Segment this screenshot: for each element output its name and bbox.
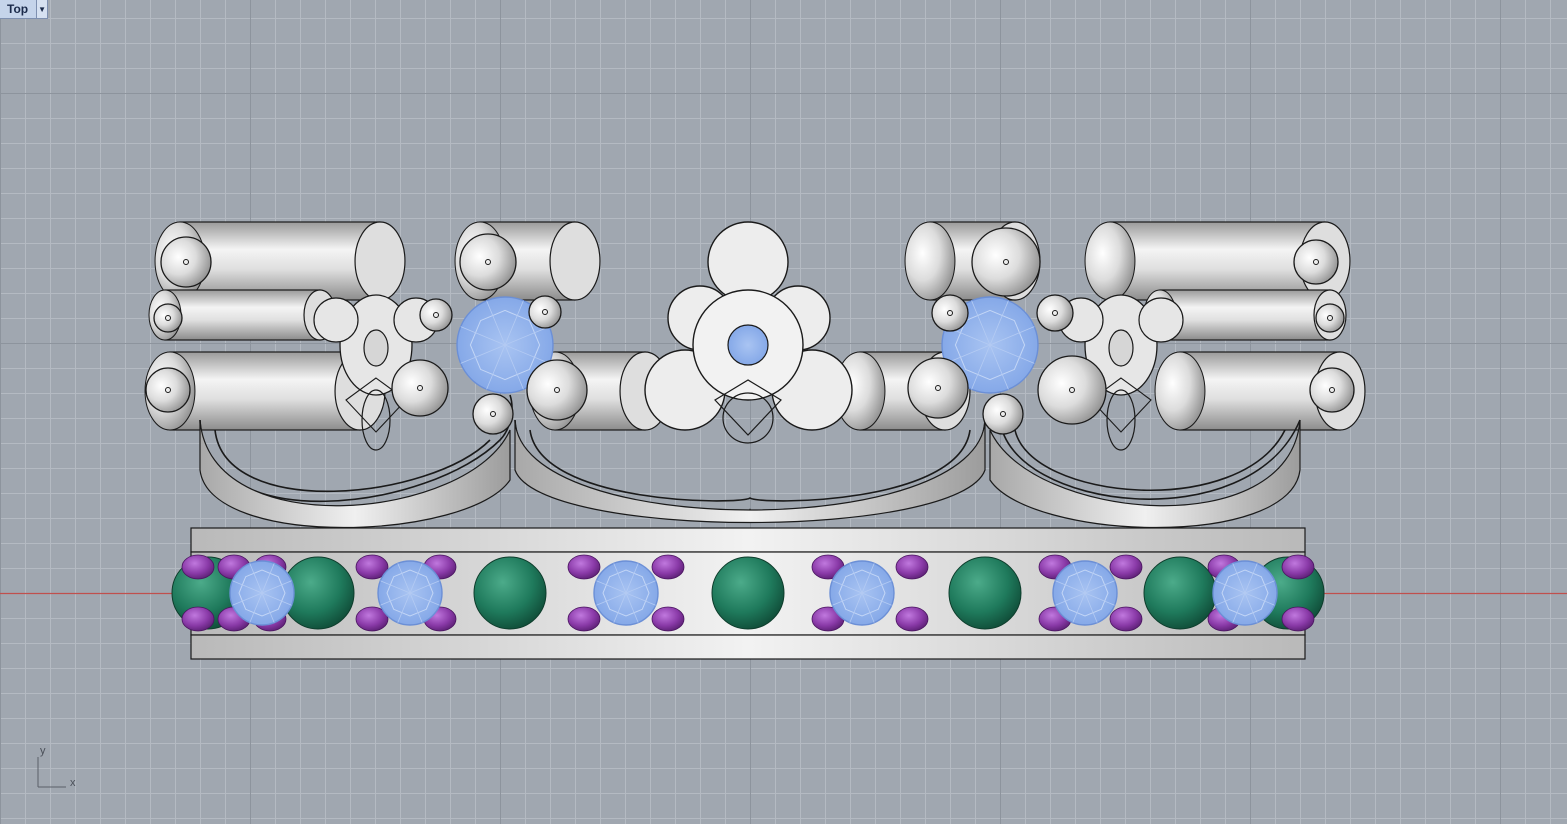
- green-gem-2: [473, 556, 547, 630]
- purple-bead-13: [651, 606, 685, 632]
- axes-lines: [37, 757, 66, 788]
- purple-bead-16: [895, 554, 929, 580]
- band-blue-stone-3: [829, 560, 895, 626]
- metal-sphere-4: [472, 393, 514, 435]
- purple-bead-10: [567, 554, 601, 580]
- metal-sphere-16: [145, 367, 191, 413]
- metal-sphere-8: [1036, 294, 1074, 332]
- purple-bead-1: [181, 606, 215, 632]
- center-fleur: [644, 221, 853, 444]
- x-axis-label: x: [70, 777, 76, 789]
- metal-sphere-12: [160, 236, 212, 288]
- triangle-down-icon[interactable]: ▼: [36, 0, 48, 18]
- rhino-viewport-top[interactable]: Top ▼ y x: [0, 0, 1567, 824]
- metal-sphere-14: [153, 303, 183, 333]
- metal-sphere-7: [931, 294, 969, 332]
- purple-bead-25: [1281, 606, 1315, 632]
- metal-sphere-15: [1315, 303, 1345, 333]
- band-blue-stone-5: [1212, 560, 1278, 626]
- purple-bead-21: [1109, 606, 1143, 632]
- arch-curve-1: [214, 429, 491, 493]
- band-blue-stone-0: [229, 560, 295, 626]
- crown-ring-model[interactable]: [0, 0, 1567, 824]
- metal-sphere-5: [526, 359, 588, 421]
- purple-bead-0: [181, 554, 215, 580]
- band-top-rim: [190, 527, 1306, 553]
- band-blue-stone-2: [593, 560, 659, 626]
- world-axes-icon: y x: [30, 745, 85, 795]
- metal-sphere-3: [391, 359, 449, 417]
- purple-bead-17: [895, 606, 929, 632]
- purple-bead-24: [1281, 554, 1315, 580]
- viewport-name[interactable]: Top: [0, 0, 36, 18]
- metal-sphere-9: [1037, 355, 1107, 425]
- center-arch-fill: [514, 419, 986, 524]
- metal-sphere-6: [971, 227, 1041, 297]
- y-axis-label: y: [40, 745, 46, 757]
- band-bottom-rim: [190, 634, 1306, 660]
- purple-bead-11: [567, 606, 601, 632]
- metal-sphere-10: [982, 393, 1024, 435]
- metal-sphere-13: [1293, 239, 1339, 285]
- purple-bead-20: [1109, 554, 1143, 580]
- metal-sphere-17: [1309, 367, 1355, 413]
- green-gem-3: [711, 556, 785, 630]
- crown-band: [171, 527, 1325, 660]
- viewport-title-tab[interactable]: Top ▼: [0, 0, 49, 19]
- band-blue-stone-4: [1052, 560, 1118, 626]
- metal-sphere-1: [419, 298, 453, 332]
- metal-sphere-11: [907, 357, 969, 419]
- green-gem-4: [948, 556, 1022, 630]
- purple-bead-12: [651, 554, 685, 580]
- metal-sphere-2: [528, 295, 562, 329]
- green-gem-5: [1143, 556, 1217, 630]
- metal-sphere-0: [459, 233, 517, 291]
- band-blue-stone-1: [377, 560, 443, 626]
